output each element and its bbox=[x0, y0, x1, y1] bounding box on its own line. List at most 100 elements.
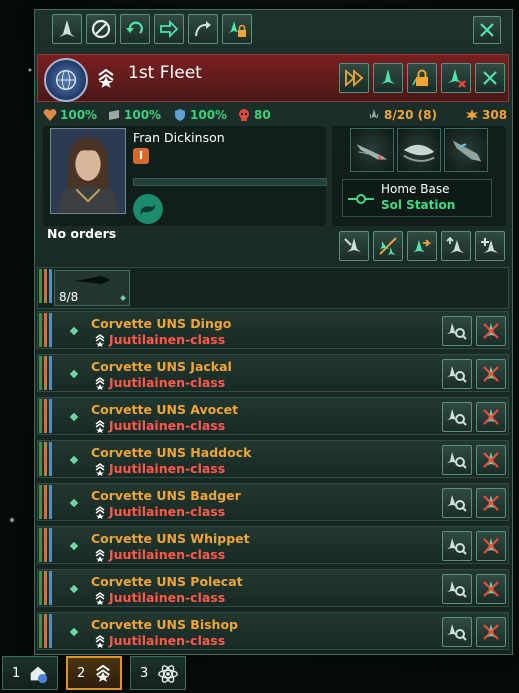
ship-name[interactable]: Corvette UNS Haddock bbox=[91, 445, 251, 460]
disband-fleet-button[interactable] bbox=[441, 63, 471, 93]
reinforce-fleet-button[interactable] bbox=[475, 231, 505, 261]
view-ship-button[interactable] bbox=[442, 617, 472, 647]
fleet-name[interactable]: 1st Fleet bbox=[128, 63, 202, 83]
command-limit-value: 8/20 (8) bbox=[384, 108, 437, 122]
ship-marker-dot bbox=[69, 541, 79, 551]
fleet-manager-button[interactable] bbox=[373, 63, 403, 93]
ship-rank-icon bbox=[95, 334, 105, 347]
ship-delete-icon bbox=[483, 581, 499, 597]
view-ship-button[interactable] bbox=[442, 531, 472, 561]
view-ship-button[interactable] bbox=[442, 488, 472, 518]
fleet-merge-button[interactable] bbox=[339, 63, 369, 93]
ship-name[interactable]: Corvette UNS Jackal bbox=[91, 359, 232, 374]
close-icon bbox=[480, 23, 494, 37]
close-icon bbox=[483, 71, 497, 85]
scrap-ship-button[interactable] bbox=[476, 316, 506, 346]
ship-marker-dot bbox=[69, 326, 79, 336]
scrap-ship-button[interactable] bbox=[476, 445, 506, 475]
upgrade-fleet-button[interactable] bbox=[222, 14, 252, 44]
split-fleet-button[interactable] bbox=[373, 231, 403, 261]
ship-row[interactable]: Corvette UNS Haddock Juutilainen-class bbox=[37, 440, 509, 478]
ship-name[interactable]: Corvette UNS Avocet bbox=[91, 402, 238, 417]
ship-status-stripes bbox=[39, 356, 55, 390]
stop-button[interactable] bbox=[86, 14, 116, 44]
tab-planets[interactable]: 1 bbox=[2, 656, 58, 690]
ship-design-thumbnail[interactable] bbox=[444, 128, 488, 172]
ship-rank-icon bbox=[95, 420, 105, 433]
ship-rank-icon bbox=[95, 592, 105, 605]
home-base[interactable]: Home Base Sol Station bbox=[342, 179, 492, 217]
ship-model-icon bbox=[403, 144, 435, 162]
threat-stat: 80 bbox=[237, 108, 271, 122]
ship-status-stripes bbox=[39, 399, 55, 433]
ship-marker-dot bbox=[69, 369, 79, 379]
ship-delete-icon bbox=[483, 323, 499, 339]
empire-emblem bbox=[44, 58, 88, 102]
home-base-value[interactable]: Sol Station bbox=[381, 198, 455, 212]
ship-status-stripes bbox=[39, 571, 55, 605]
ship-row[interactable]: Corvette UNS Badger Juutilainen-class bbox=[37, 483, 509, 521]
scrap-ship-button[interactable] bbox=[476, 617, 506, 647]
ship-class: Juutilainen-class bbox=[109, 504, 226, 519]
explosion-icon bbox=[466, 109, 478, 121]
fleet-stance-button[interactable] bbox=[52, 14, 82, 44]
ship-design-thumbnail[interactable] bbox=[350, 128, 394, 172]
scrap-ship-button[interactable] bbox=[476, 488, 506, 518]
scrap-ship-button[interactable] bbox=[476, 359, 506, 389]
ship-delete-icon bbox=[483, 495, 499, 511]
tab-number: 2 bbox=[77, 666, 86, 681]
ship-row[interactable]: Corvette UNS Dingo Juutilainen-class bbox=[37, 311, 509, 349]
ship-rank-icon bbox=[95, 463, 105, 476]
leader-trait[interactable] bbox=[133, 194, 163, 224]
cancel-icon bbox=[91, 19, 111, 39]
ship-row[interactable]: Corvette UNS Avocet Juutilainen-class bbox=[37, 397, 509, 435]
view-ship-button[interactable] bbox=[442, 445, 472, 475]
tab-research[interactable]: 3 bbox=[130, 656, 186, 690]
delete-fleet-button[interactable] bbox=[475, 63, 505, 93]
ship-name[interactable]: Corvette UNS Polecat bbox=[91, 574, 243, 589]
view-ship-button[interactable] bbox=[442, 316, 472, 346]
ship-group-bar: 8/8 bbox=[37, 267, 509, 309]
leader-name[interactable]: Fran Dickinson bbox=[133, 130, 225, 145]
tab-fleets[interactable]: 2 bbox=[66, 656, 122, 690]
ship-row[interactable]: Corvette UNS Polecat Juutilainen-class bbox=[37, 569, 509, 607]
fleet-header: 1st Fleet bbox=[37, 54, 509, 102]
upgrade-ships-button[interactable] bbox=[441, 231, 471, 261]
ship-lock-icon bbox=[228, 21, 246, 37]
transfer-ships-button[interactable] bbox=[407, 231, 437, 261]
ship-name[interactable]: Corvette UNS Dingo bbox=[91, 316, 231, 331]
ship-marker-dot bbox=[69, 627, 79, 637]
view-ship-button[interactable] bbox=[442, 359, 472, 389]
ship-status-stripes bbox=[39, 614, 55, 648]
leader-level-badge: I bbox=[133, 148, 149, 164]
ship-row[interactable]: Corvette UNS Jackal Juutilainen-class bbox=[37, 354, 509, 392]
ship-design-thumbnail[interactable] bbox=[397, 128, 441, 172]
ship-search-icon bbox=[447, 323, 467, 340]
view-ship-button[interactable] bbox=[442, 574, 472, 604]
scrap-ship-button[interactable] bbox=[476, 531, 506, 561]
ship-transfer-icon bbox=[413, 239, 432, 252]
move-button[interactable] bbox=[154, 14, 184, 44]
ship-row[interactable]: Corvette UNS Whippet Juutilainen-class bbox=[37, 526, 509, 564]
scrap-ship-button[interactable] bbox=[476, 574, 506, 604]
leader-portrait[interactable] bbox=[50, 128, 126, 214]
scrap-ship-button[interactable] bbox=[476, 402, 506, 432]
ship-group-card[interactable]: 8/8 bbox=[54, 270, 130, 306]
return-button[interactable] bbox=[120, 14, 150, 44]
view-ship-button[interactable] bbox=[442, 402, 472, 432]
fleet-toolbar bbox=[35, 10, 512, 46]
fleet-power-value: 308 bbox=[482, 108, 508, 122]
ship-name[interactable]: Corvette UNS Whippet bbox=[91, 531, 250, 546]
patrol-button[interactable] bbox=[188, 14, 218, 44]
ship-name[interactable]: Corvette UNS Bishop bbox=[91, 617, 238, 632]
close-panel-button[interactable] bbox=[473, 16, 501, 44]
ship-name[interactable]: Corvette UNS Badger bbox=[91, 488, 241, 503]
group-status-stripes bbox=[39, 269, 55, 303]
lock-fleet-button[interactable] bbox=[407, 63, 437, 93]
split-icon bbox=[379, 237, 397, 255]
new-fleet-button[interactable] bbox=[339, 231, 369, 261]
fleet-power-stat: 308 bbox=[465, 108, 507, 122]
ship-row[interactable]: Corvette UNS Bishop Juutilainen-class bbox=[37, 612, 509, 650]
space-creature-icon bbox=[140, 204, 156, 215]
armor-value: 100% bbox=[124, 108, 162, 122]
